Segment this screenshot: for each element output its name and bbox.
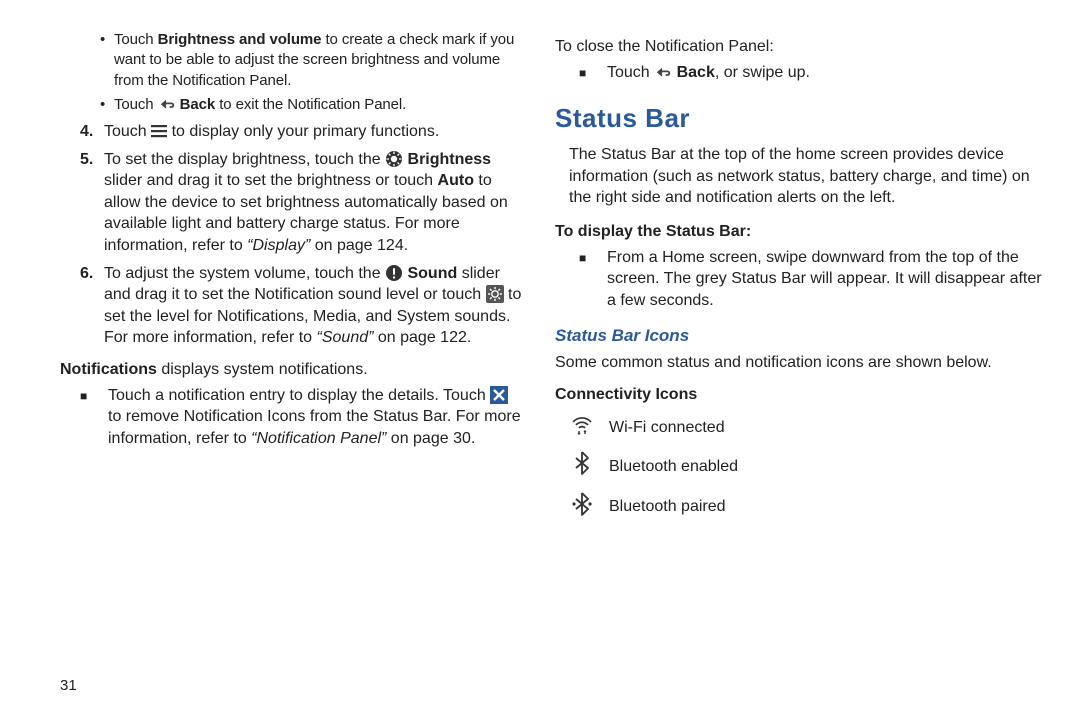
step-number: 6. bbox=[80, 263, 104, 349]
text: Touch bbox=[114, 96, 158, 113]
back-icon bbox=[654, 64, 672, 78]
text-body: Touch a notification entry to display th… bbox=[108, 385, 525, 450]
wifi-icon bbox=[569, 414, 595, 443]
status-icons-para: Some common status and notification icon… bbox=[555, 352, 1044, 374]
text-ref: “Notification Panel” bbox=[251, 430, 386, 447]
sound-icon bbox=[385, 264, 403, 282]
bluetooth-paired-row: Bluetooth paired bbox=[569, 491, 1044, 524]
page: • Touch Brightness and volume to create … bbox=[0, 0, 1080, 670]
text: Touch a notification entry to display th… bbox=[108, 387, 490, 404]
text: To adjust the system volume, touch the bbox=[104, 265, 385, 282]
step-5: 5. To set the display brightness, touch … bbox=[80, 149, 525, 257]
text-bold: Notifications bbox=[60, 361, 157, 378]
text-bold: Brightness and volume bbox=[158, 31, 322, 48]
bullet-text: Touch Brightness and volume to create a … bbox=[114, 30, 525, 91]
page-number: 31 bbox=[60, 676, 77, 696]
text: To set the display brightness, touch the bbox=[104, 151, 385, 168]
text: on page 30. bbox=[386, 430, 475, 447]
bullet-brightness-volume: • Touch Brightness and volume to create … bbox=[100, 30, 525, 91]
step-body: Touch to display only your primary funct… bbox=[104, 121, 525, 143]
display-status-title: To display the Status Bar: bbox=[555, 221, 1044, 243]
text: slider and drag it to set the brightness… bbox=[104, 172, 438, 189]
text: displays system notifications. bbox=[157, 361, 368, 378]
text-bold: Brightness bbox=[403, 151, 491, 168]
display-status-step: ■ From a Home screen, swipe downward fro… bbox=[579, 247, 1044, 312]
step-body: To set the display brightness, touch the… bbox=[104, 149, 525, 257]
step-4: 4. Touch to display only your primary fu… bbox=[80, 121, 525, 143]
bluetooth-icon bbox=[569, 450, 595, 483]
text: Touch bbox=[104, 123, 151, 140]
bluetooth-enabled-row: Bluetooth enabled bbox=[569, 450, 1044, 483]
text-bold: Back bbox=[176, 96, 216, 113]
notifications-para: Notifications displays system notificati… bbox=[60, 359, 525, 381]
text-ref: “Display” bbox=[247, 237, 310, 254]
text-body: From a Home screen, swipe downward from … bbox=[607, 247, 1044, 312]
bullet-text: Touch Back to exit the Notification Pane… bbox=[114, 95, 406, 115]
bullet-dot: • bbox=[100, 30, 114, 91]
connectivity-title: Connectivity Icons bbox=[555, 384, 1044, 406]
text-ref: “Sound” bbox=[317, 329, 374, 346]
status-bar-heading: Status Bar bbox=[555, 101, 1044, 136]
left-column: • Touch Brightness and volume to create … bbox=[36, 30, 525, 650]
wifi-row: Wi-Fi connected bbox=[569, 414, 1044, 443]
bluetooth-paired-icon bbox=[569, 491, 595, 524]
step-number: 4. bbox=[80, 121, 104, 143]
text: to display only your primary functions. bbox=[167, 123, 439, 140]
text: to exit the Notification Panel. bbox=[215, 96, 406, 113]
step-body: To adjust the system volume, touch the S… bbox=[104, 263, 525, 349]
bluetooth-paired-label: Bluetooth paired bbox=[609, 496, 726, 518]
bullet-back-exit: • Touch Back to exit the Notification Pa… bbox=[100, 95, 525, 115]
menu-lines-icon bbox=[151, 123, 167, 137]
square-bullet-icon: ■ bbox=[579, 247, 607, 312]
text: , or swipe up. bbox=[715, 64, 810, 81]
text-bold: Sound bbox=[403, 265, 457, 282]
close-x-icon bbox=[490, 386, 508, 404]
status-bar-icons-heading: Status Bar Icons bbox=[555, 325, 1044, 348]
settings-gear-icon bbox=[486, 285, 504, 303]
right-column: To close the Notification Panel: ■ Touch… bbox=[555, 30, 1044, 650]
square-bullet-icon: ■ bbox=[579, 62, 607, 84]
text: on page 122. bbox=[373, 329, 471, 346]
text: Touch bbox=[607, 64, 654, 81]
status-bar-para: The Status Bar at the top of the home sc… bbox=[569, 144, 1044, 209]
wifi-label: Wi-Fi connected bbox=[609, 417, 725, 439]
text: Touch bbox=[114, 31, 158, 48]
text: on page 124. bbox=[310, 237, 408, 254]
square-bullet-icon: ■ bbox=[80, 385, 108, 450]
text-body: Touch Back, or swipe up. bbox=[607, 62, 810, 84]
text-bold: Auto bbox=[438, 172, 474, 189]
step-6: 6. To adjust the system volume, touch th… bbox=[80, 263, 525, 349]
close-panel-title: To close the Notification Panel: bbox=[555, 36, 1044, 58]
step-number: 5. bbox=[80, 149, 104, 257]
notification-detail: ■ Touch a notification entry to display … bbox=[80, 385, 525, 450]
text-bold: Back bbox=[672, 64, 715, 81]
back-icon bbox=[158, 97, 176, 111]
bluetooth-enabled-label: Bluetooth enabled bbox=[609, 456, 738, 478]
close-panel-step: ■ Touch Back, or swipe up. bbox=[579, 62, 1044, 84]
bullet-dot: • bbox=[100, 95, 114, 115]
brightness-icon bbox=[385, 150, 403, 168]
